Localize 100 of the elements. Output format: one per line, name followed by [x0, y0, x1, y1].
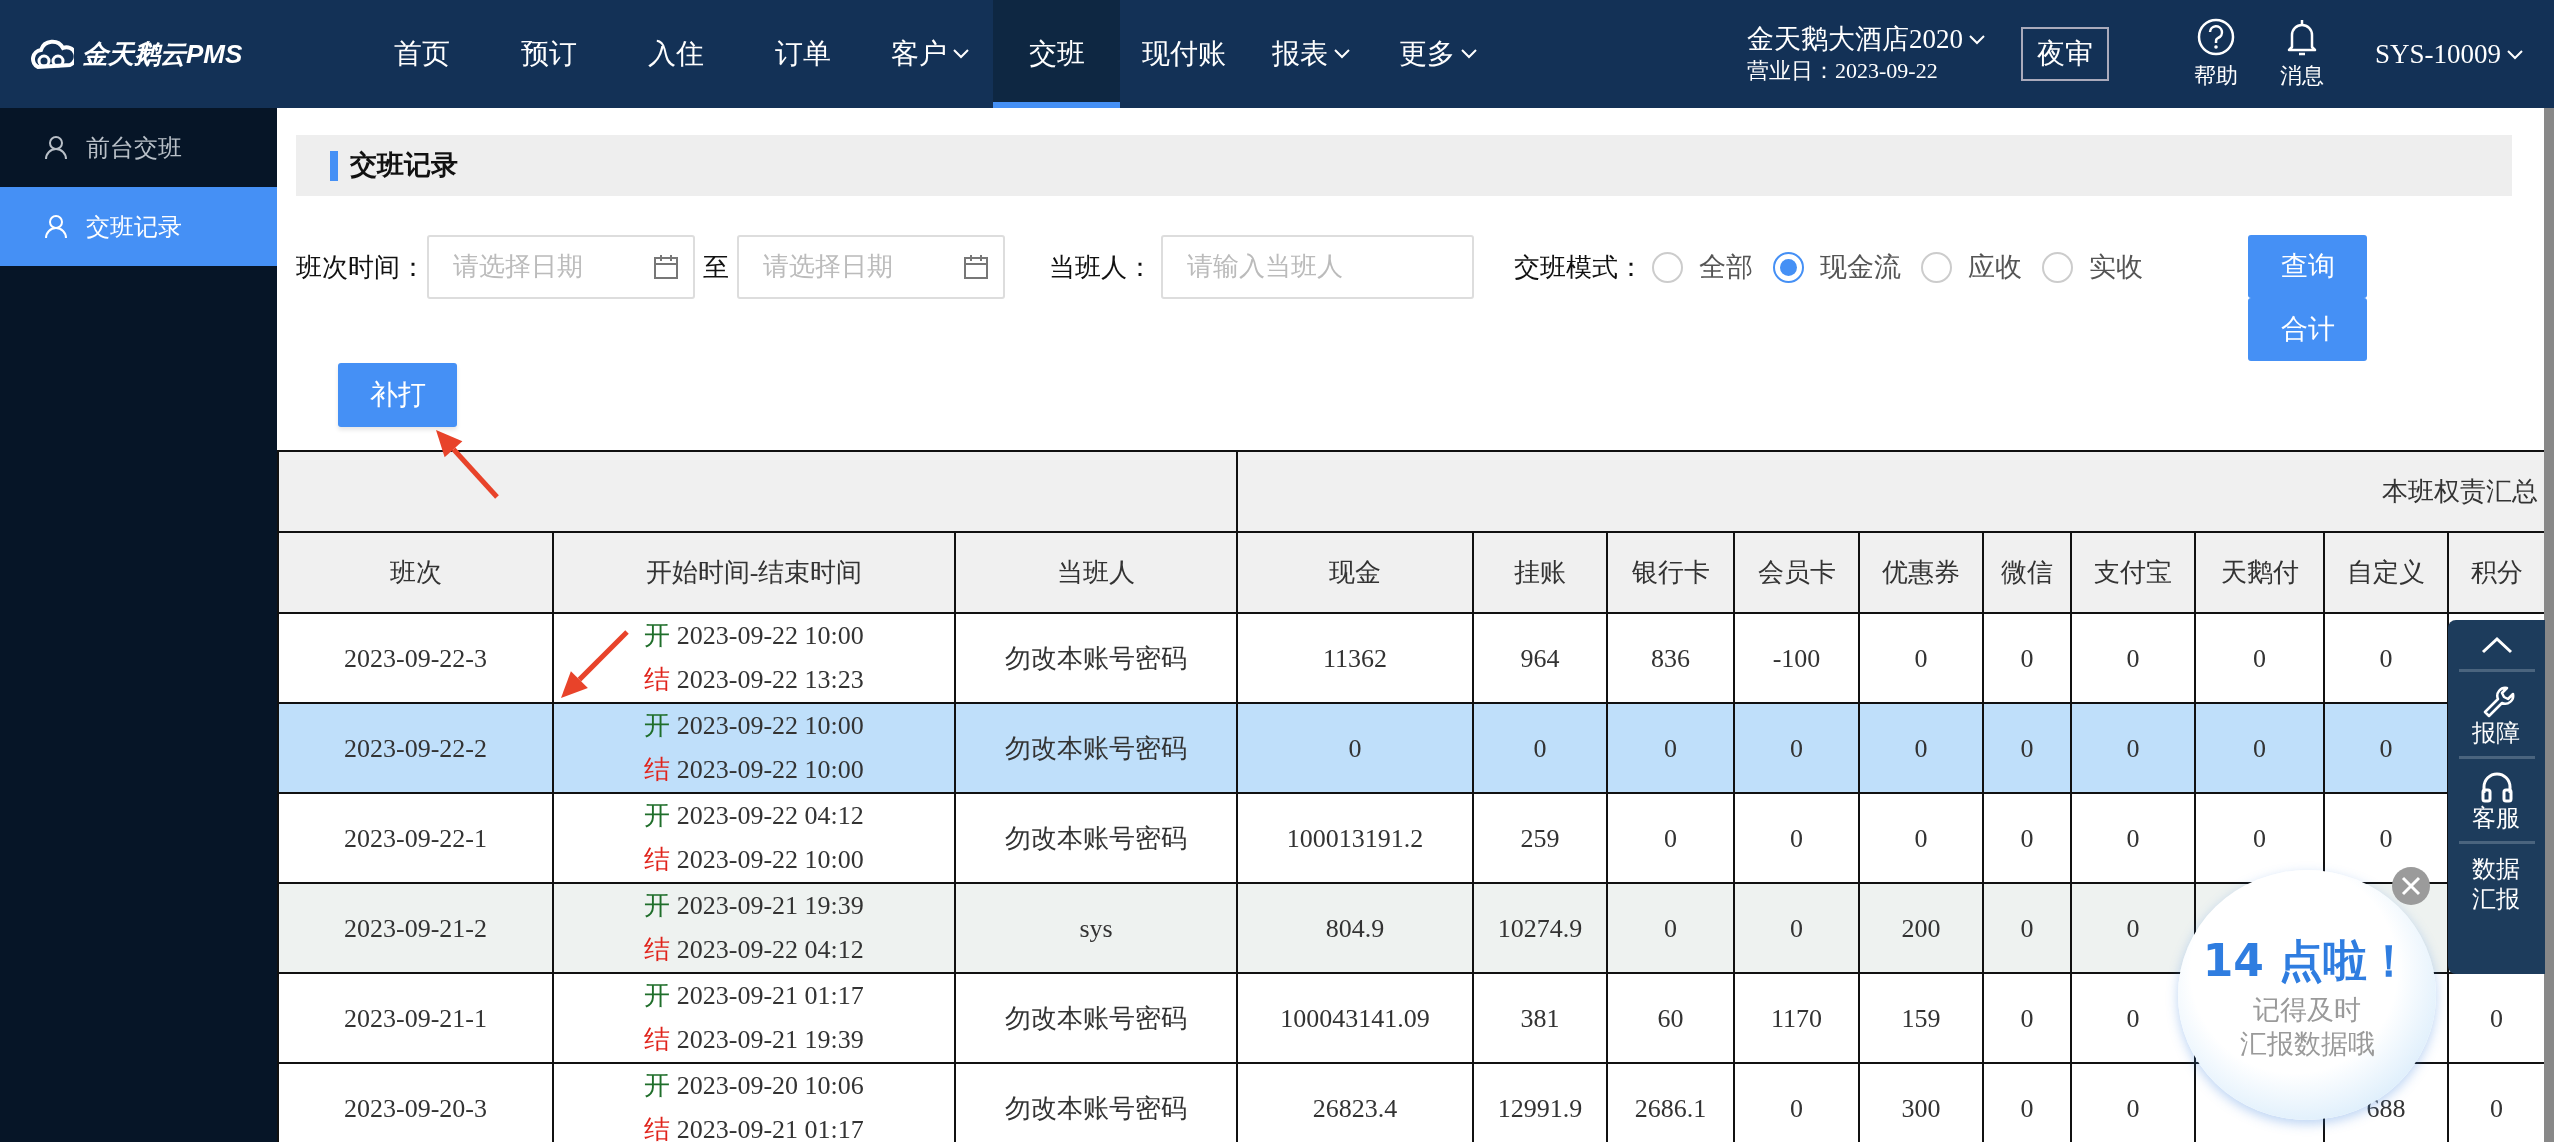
radio-button[interactable] [1921, 251, 1952, 283]
table-cell: 0 [1607, 883, 1735, 973]
user-menu[interactable]: SYS-10009 [2375, 33, 2524, 75]
reminder-headline: 14 点啦！ [2202, 934, 2412, 989]
end-time: 结 2023-09-21 01:17 [644, 1114, 864, 1142]
table-cell: 0 [1983, 883, 2072, 973]
radio-button[interactable] [1652, 251, 1683, 283]
end-time: 结 2023-09-21 19:39 [644, 1024, 864, 1056]
table-cell: 964 [1473, 613, 1608, 703]
table-cell: sys [955, 883, 1238, 973]
messages-button[interactable]: 消息 [2259, 16, 2345, 92]
table-cell: 60 [1607, 973, 1735, 1063]
scrollbar[interactable] [2544, 108, 2554, 1142]
reminder-message: 记得及时 汇报数据哦 [2239, 994, 2375, 1061]
nav-tab[interactable]: 更多 [1374, 0, 1501, 108]
field-label: 交班模式： [1514, 251, 1644, 284]
table-cell: 0 [2071, 883, 2196, 973]
accent-bar [330, 150, 338, 181]
table-cell: 勿改本账号密码 [955, 973, 1238, 1063]
nav-tab[interactable]: 首页 [358, 0, 485, 108]
table-cell: 100043141.09 [1237, 973, 1474, 1063]
cloud-logo-icon [28, 37, 74, 71]
table-cell: 300 [1859, 1063, 1984, 1142]
table-cell: 0 [1607, 793, 1735, 883]
table-cell: 0 [1734, 793, 1860, 883]
column-header: 银行卡 [1607, 532, 1735, 613]
table-cell: 勿改本账号密码 [955, 613, 1238, 703]
radio-label: 应收 [1968, 250, 2022, 284]
nav-tab[interactable]: 订单 [739, 0, 866, 108]
group-header: 本班权责汇总 [1237, 451, 2544, 532]
column-header: 挂账 [1473, 532, 1608, 613]
table-cell: 2023-09-22-3 [278, 613, 553, 703]
field-label: 班次时间： [296, 251, 426, 284]
caret-icon [2507, 48, 2524, 60]
date-field[interactable]: 请选择日期 [427, 235, 695, 299]
sidebar-item[interactable]: 前台交班 [0, 108, 277, 187]
table-cell: 100013191.2 [1237, 793, 1474, 883]
table-cell: 0 [2195, 613, 2325, 703]
radio-option[interactable]: 现金流 [1773, 235, 1901, 299]
annotation-arrow [436, 430, 499, 499]
help-button[interactable]: 帮助 [2173, 16, 2259, 92]
table-cell: 2023-09-22-1 [278, 793, 553, 883]
duty-person-field[interactable]: 请输入当班人 [1161, 235, 1474, 299]
range-separator: 至 [703, 251, 729, 284]
nav-tab[interactable]: 预订 [485, 0, 612, 108]
table-cell: 0 [2324, 703, 2449, 793]
toolbar-button[interactable]: 报障 [2458, 672, 2535, 759]
field-label: 当班人： [1049, 251, 1153, 284]
calendar-icon [653, 254, 679, 280]
nav-tab[interactable]: 交班 [993, 0, 1120, 108]
column-header: 班次 [278, 532, 553, 613]
table-cell: 2023-09-21-1 [278, 973, 553, 1063]
table-cell: 200 [1859, 883, 1984, 973]
radio-button[interactable] [1773, 251, 1804, 283]
nav-tab[interactable]: 报表 [1247, 0, 1374, 108]
section-title: 交班记录 [350, 149, 458, 183]
table-cell: -100 [1734, 613, 1860, 703]
table-cell: 勿改本账号密码 [955, 793, 1238, 883]
caret-icon [952, 48, 969, 59]
end-time: 结 2023-09-22 10:00 [644, 844, 864, 876]
table-cell: 836 [1607, 613, 1735, 703]
table-cell: 11362 [1237, 613, 1474, 703]
column-header: 会员卡 [1734, 532, 1860, 613]
radio-option[interactable]: 实收 [2042, 235, 2143, 299]
nav-tab[interactable]: 现付账 [1120, 0, 1247, 108]
nav-tab[interactable]: 客户 [866, 0, 993, 108]
column-header: 优惠券 [1859, 532, 1984, 613]
table-cell: 0 [2071, 613, 2196, 703]
radio-label: 现金流 [1820, 250, 1901, 284]
user-icon [44, 214, 68, 239]
close-icon [2400, 875, 2422, 897]
date-field[interactable]: 请选择日期 [737, 235, 1005, 299]
calendar-icon [963, 254, 989, 280]
table-cell: 2686.1 [1607, 1063, 1735, 1142]
toolbar-button[interactable]: 数据汇报 [2458, 844, 2535, 922]
column-header: 积分 [2448, 532, 2544, 613]
radio-button[interactable] [2042, 251, 2073, 283]
table-cell: 159 [1859, 973, 1984, 1063]
table-cell: 1170 [1734, 973, 1860, 1063]
radio-option[interactable]: 应收 [1921, 235, 2022, 299]
table-cell: 勿改本账号密码 [955, 1063, 1238, 1142]
nav-tab[interactable]: 入住 [612, 0, 739, 108]
toolbar-button[interactable]: 客服 [2458, 759, 2535, 844]
end-time: 结 2023-09-22 04:12 [644, 934, 864, 966]
chevron-up-icon [2480, 636, 2513, 655]
table-cell: 381 [1473, 973, 1608, 1063]
caret-icon [1460, 48, 1477, 59]
business-date: 营业日：2023-09-22 [1747, 57, 1939, 86]
night-audit-button[interactable]: 夜审 [2021, 27, 2109, 81]
column-header: 自定义 [2324, 532, 2449, 613]
table-cell: 0 [2071, 793, 2196, 883]
hotel-selector[interactable]: 金天鹅大酒店2020 [1747, 22, 1985, 58]
start-time: 开 2023-09-22 04:12 [644, 800, 864, 832]
table-cell: 0 [1859, 793, 1984, 883]
radio-label: 实收 [2089, 250, 2143, 284]
radio-option[interactable]: 全部 [1652, 235, 1753, 299]
table-cell: 0 [2071, 1063, 2196, 1142]
table-cell: 26823.4 [1237, 1063, 1474, 1142]
table-cell: 2023-09-21-2 [278, 883, 553, 973]
column-header: 支付宝 [2071, 532, 2196, 613]
